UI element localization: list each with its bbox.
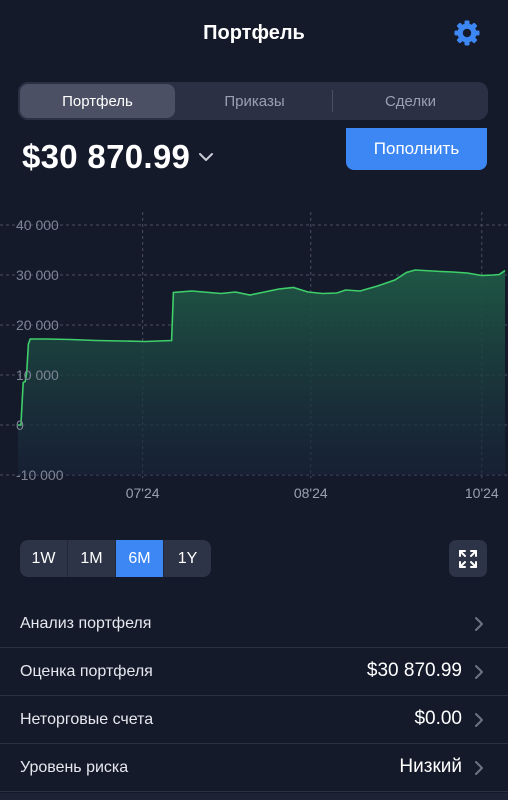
tab-orders[interactable]: Приказы	[177, 82, 332, 120]
x-tick-label: 08'24	[294, 485, 328, 501]
row-portfolio-analysis[interactable]: Анализ портфеля	[0, 600, 508, 648]
y-tick-label: 30 000	[16, 267, 59, 283]
chevron-right-icon	[474, 712, 484, 733]
row-value: Низкий	[399, 756, 462, 777]
chart-area	[18, 270, 505, 475]
y-tick-label: 20 000	[16, 317, 59, 333]
header: Портфель	[0, 0, 508, 72]
page-title: Портфель	[203, 22, 305, 44]
gear-icon[interactable]	[452, 18, 482, 48]
x-tick-label: 07'24	[126, 485, 160, 501]
chart-svg: 40 000 30 000 20 000 10 000 0 -10 000 07'24 08'…	[0, 212, 508, 501]
row-value: $0.00	[414, 708, 462, 729]
y-tick-label: 10 000	[16, 367, 59, 383]
chevron-right-icon	[474, 664, 484, 685]
row-label: Неторговые счета	[20, 711, 154, 728]
balance-selector[interactable]: $30 870.99	[22, 138, 214, 176]
portfolio-chart: 40 000 30 000 20 000 10 000 0 -10 000 07'24 08'…	[0, 200, 508, 510]
y-tick-label: -10 000	[16, 467, 64, 483]
tab-deals[interactable]: Сделки	[333, 82, 488, 120]
period-selector: 1W 1M 6M 1Y	[20, 540, 211, 577]
row-value: $30 870.99	[366, 660, 462, 681]
row-label: Уровень риска	[20, 759, 129, 776]
tab-portfolio[interactable]: Портфель	[20, 84, 175, 118]
row-risk-level[interactable]: Уровень риска Низкий	[0, 744, 508, 792]
period-6m-button[interactable]: 6M	[116, 540, 164, 577]
period-1m-button[interactable]: 1M	[68, 540, 116, 577]
segmented-tabs: Портфель Приказы Сделки	[18, 82, 488, 120]
y-tick-label: 0	[16, 417, 24, 433]
row-portfolio-valuation[interactable]: Оценка портфеля $30 870.99	[0, 648, 508, 696]
balance-value: $30 870.99	[22, 138, 191, 175]
bottom-bar	[0, 793, 508, 800]
row-label: Оценка портфеля	[20, 663, 153, 680]
expand-icon[interactable]	[449, 540, 487, 577]
row-label: Анализ портфеля	[20, 615, 152, 632]
top-up-button[interactable]: Пополнить	[346, 128, 487, 170]
chevron-right-icon	[474, 616, 484, 637]
x-tick-label: 10'24	[465, 485, 499, 501]
chevron-right-icon	[474, 760, 484, 781]
y-tick-label: 40 000	[16, 217, 59, 233]
chevron-down-icon	[198, 150, 214, 168]
period-1y-button[interactable]: 1Y	[164, 540, 211, 577]
period-1w-button[interactable]: 1W	[20, 540, 68, 577]
portfolio-menu-list: Анализ портфеля Оценка портфеля $30 870.…	[0, 600, 508, 792]
row-non-trading-accounts[interactable]: Неторговые счета $0.00	[0, 696, 508, 744]
